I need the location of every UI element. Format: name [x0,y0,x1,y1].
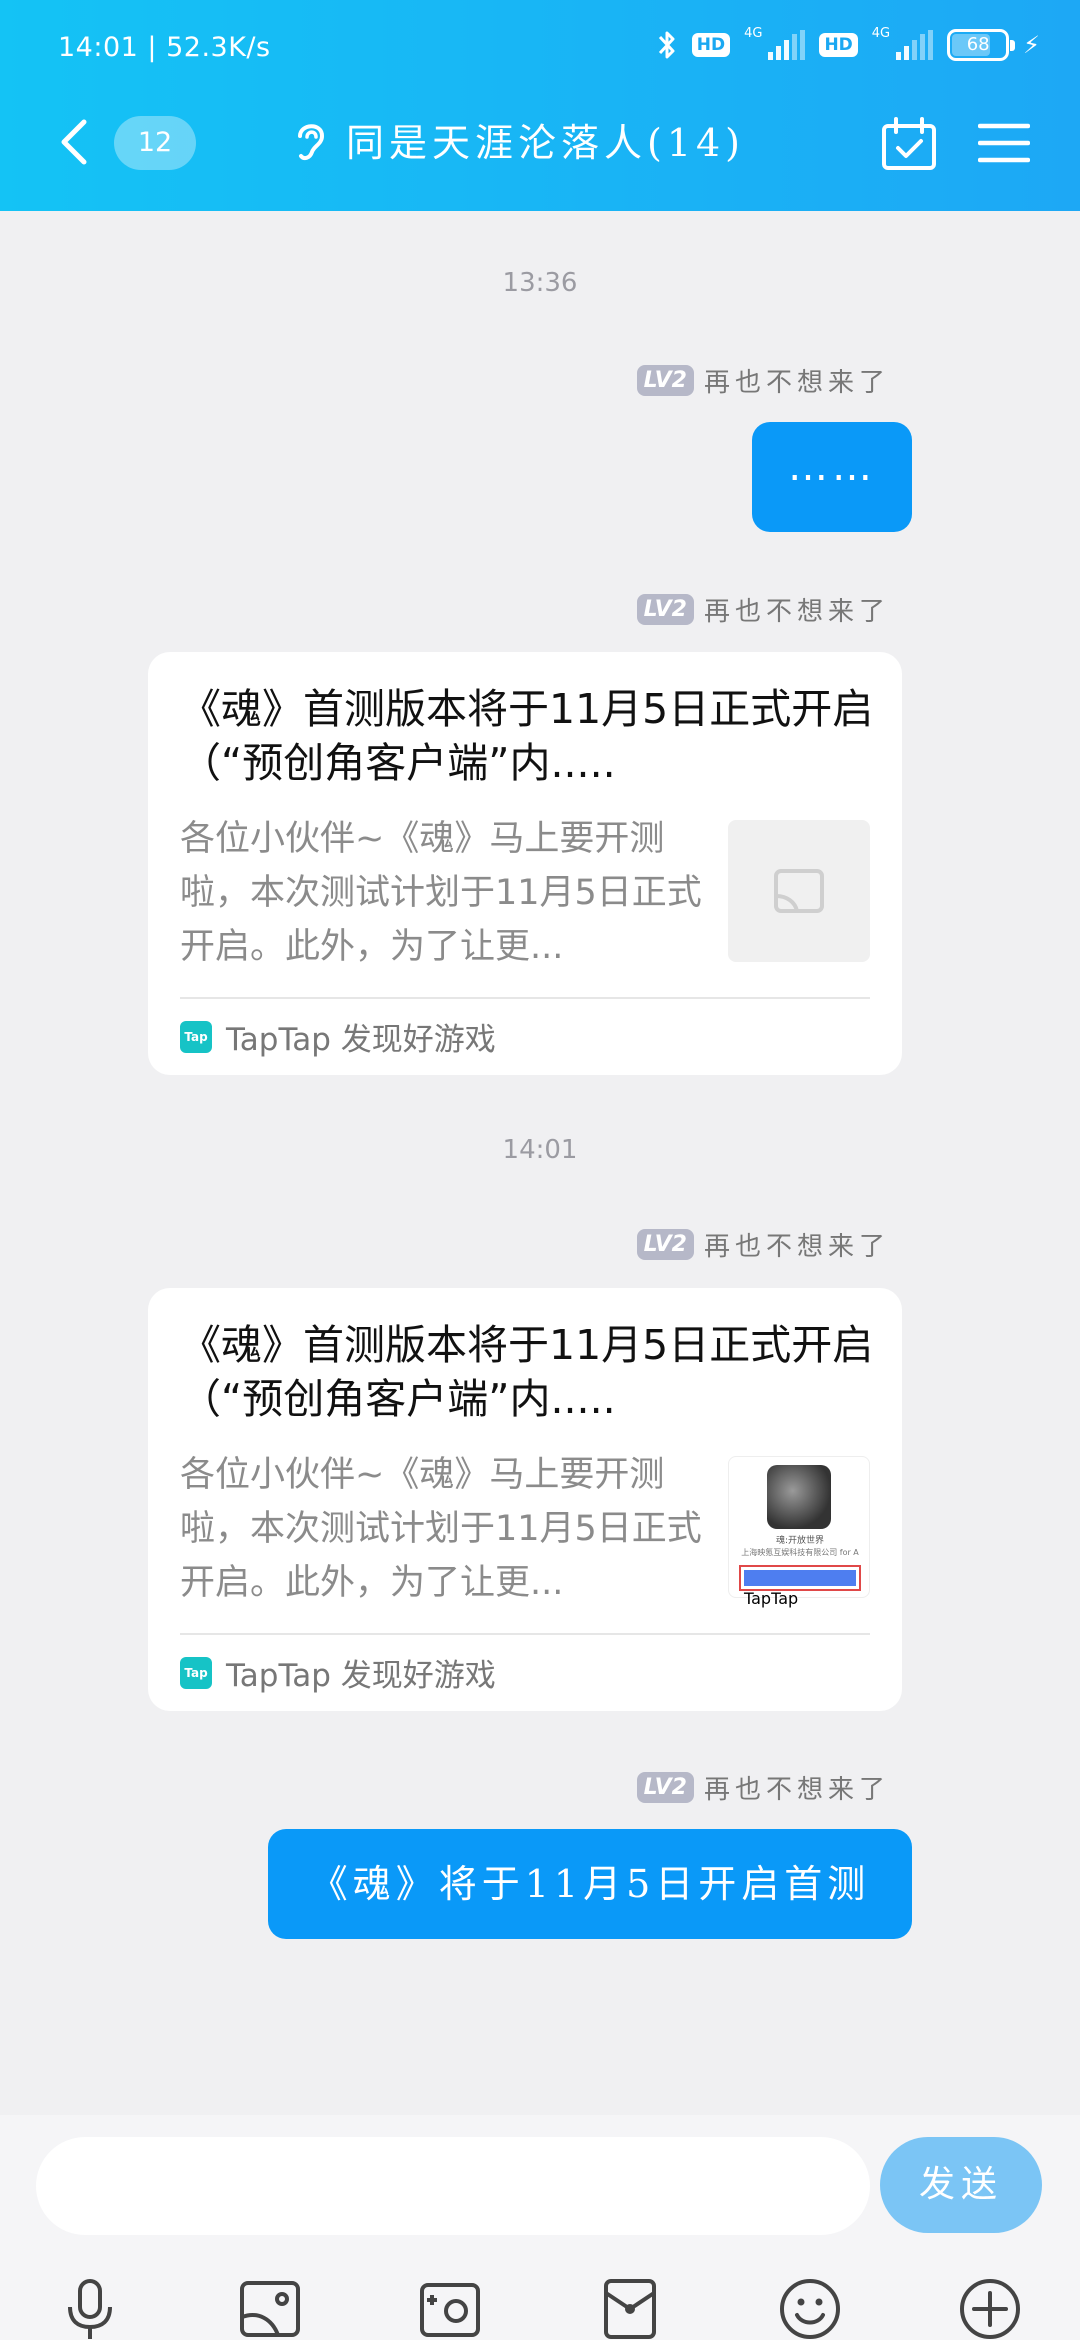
chat-title: 同是天涯沦落人(14) [346,121,746,165]
plus-icon[interactable] [958,2277,1022,2340]
taptap-icon: Tap [180,1656,212,1689]
status-time: 14:01 [58,32,139,63]
status-separator: | [147,32,167,63]
timestamp: 13:36 [502,268,578,298]
sender-label: LV2 再也不想来了 [636,591,890,628]
card-source: Tap TapTap 发现好游戏 [180,1014,496,1059]
chat-header: 14:01 | 52.3K/s HD 4G HD 4G 68 ⚡ 12 同是天涯… [0,0,1080,211]
level-badge: LV2 [636,1772,694,1803]
back-button[interactable] [56,118,92,166]
sender-label: LV2 再也不想来了 [636,362,890,399]
bluetooth-icon [658,31,675,59]
message-bubble[interactable]: …… [752,422,912,532]
sender-label: LV2 再也不想来了 [636,1226,890,1263]
hd-badge-2: HD [819,33,858,57]
source-text: TapTap 发现好游戏 [226,1022,496,1058]
share-card[interactable]: 《魂》首测版本将于11月5日正式开启（“预创角客户端”内..... 各位小伙伴~… [148,1288,902,1711]
level-badge: LV2 [636,594,694,625]
sender-name: 再也不想来了 [703,597,890,627]
share-card[interactable]: 《魂》首测版本将于11月5日正式开启（“预创角客户端”内..... 各位小伙伴~… [148,652,902,1075]
microphone-icon[interactable] [58,2277,122,2340]
sender-label: LV2 再也不想来了 [636,1769,890,1806]
source-text: TapTap 发现好游戏 [226,1658,496,1694]
card-description: 各位小伙伴~《魂》马上要开测啦，本次测试计划于11月5日正式开启。此外，为了让更… [180,1455,702,1603]
sender-name: 再也不想来了 [703,1232,890,1262]
menu-icon[interactable] [978,122,1030,164]
level-badge: LV2 [636,1229,694,1260]
chat-title-area[interactable]: 同是天涯沦落人(14) [290,112,745,167]
emoji-icon[interactable] [778,2277,842,2340]
card-title: 《魂》首测版本将于11月5日正式开启（“预创角客户端”内..... [180,1321,874,1423]
ear-icon [298,123,325,160]
image-placeholder-icon [774,869,824,913]
game-icon [767,1465,831,1529]
card-description: 各位小伙伴~《魂》马上要开测啦，本次测试计划于11月5日正式开启。此外，为了让更… [180,819,702,967]
unread-count-badge[interactable]: 12 [114,116,196,170]
taptap-icon: Tap [180,1020,212,1053]
signal-icon-2 [896,30,934,60]
network-speed: 52.3K/s [166,32,271,63]
card-thumbnail [728,820,870,962]
card-divider [180,997,870,999]
sender-name: 再也不想来了 [703,368,890,398]
calendar-check-icon[interactable] [880,116,938,172]
timestamp: 14:01 [502,1135,578,1165]
status-right: HD 4G HD 4G 68 ⚡ [656,25,1040,62]
input-toolbar [0,2277,1080,2340]
message-bubble[interactable]: 《魂》将于11月5日开启首测 [268,1829,912,1939]
thumb-title: 魂:开放世界 [775,1536,825,1546]
input-bar: 发送 [0,2115,1080,2340]
card-divider [180,1633,870,1635]
level-badge: LV2 [636,365,694,396]
thumb-button-fill [744,1570,856,1586]
card-source: Tap TapTap 发现好游戏 [180,1650,496,1695]
red-packet-icon[interactable] [598,2277,662,2340]
network-type-2: 4G [871,25,891,41]
hd-badge-1: HD [691,33,731,57]
network-type-1: 4G [744,25,763,41]
thumb-subtitle: 上海映氪互娱科技有限公司 for A [741,1548,859,1557]
camera-icon[interactable] [418,2277,482,2340]
photo-icon[interactable] [238,2277,302,2340]
charging-icon: ⚡ [1023,31,1040,59]
message-input[interactable] [36,2137,870,2235]
sender-name: 再也不想来了 [703,1775,890,1805]
status-left: 14:01 | 52.3K/s [58,32,271,63]
signal-icon-1 [768,30,806,60]
battery-icon: 68 [947,29,1016,61]
status-bar: 14:01 | 52.3K/s HD 4G HD 4G 68 ⚡ [58,25,1040,68]
card-thumbnail: 魂:开放世界 上海映氪互娱科技有限公司 for A View in TapTap [728,1456,870,1608]
card-title: 《魂》首测版本将于11月5日正式开启（“预创角客户端”内..... [180,685,874,787]
send-button[interactable]: 发送 [880,2137,1042,2233]
